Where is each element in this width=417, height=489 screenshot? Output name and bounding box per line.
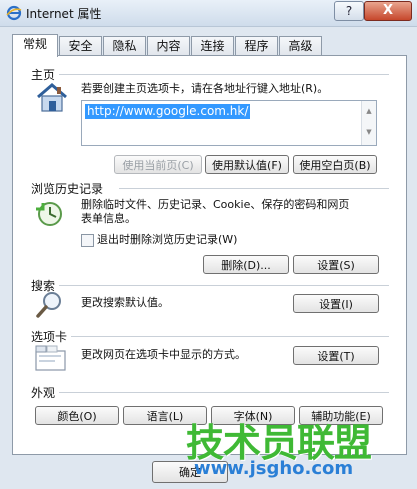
search-settings-button[interactable]: 设置(I): [293, 294, 379, 313]
home-divider: [59, 74, 389, 75]
search-icon: [36, 292, 61, 318]
search-divider: [59, 285, 389, 286]
tabs-group-label: 选项卡: [31, 330, 68, 344]
colors-button[interactable]: 颜色(O): [35, 406, 119, 425]
delete-on-exit-label[interactable]: 退出时删除浏览历史记录(W): [97, 233, 237, 247]
appearance-group-label: 外观: [31, 386, 56, 400]
use-blank-button[interactable]: 使用空白页(B): [293, 155, 377, 174]
tab-advanced[interactable]: 高级: [279, 36, 322, 56]
tabs-divider: [71, 336, 389, 337]
tab-privacy[interactable]: 隐私: [103, 36, 146, 56]
history-description-line2: 表单信息。: [81, 212, 136, 225]
title-bar: Internet 属性 ? X: [0, 0, 417, 27]
internet-explorer-icon: [6, 5, 22, 21]
search-description: 更改搜索默认值。: [81, 296, 169, 309]
general-tab-panel: 主页 若要创建主页选项卡，请在各地址行键入地址(R)。 http://www.g…: [12, 55, 407, 455]
tabs-settings-button[interactable]: 设置(T): [293, 346, 379, 365]
delete-history-button[interactable]: 删除(D)...: [203, 255, 289, 274]
window-title: Internet 属性: [26, 7, 102, 21]
history-icon: [36, 202, 62, 226]
watermark-url: www.jsgho.com: [194, 458, 354, 479]
scroll-down-icon[interactable]: ▼: [362, 122, 376, 143]
home-group-label: 主页: [31, 68, 56, 82]
use-current-button[interactable]: 使用当前页(C): [114, 155, 202, 174]
use-default-button[interactable]: 使用默认值(F): [205, 155, 289, 174]
delete-on-exit-checkbox[interactable]: [81, 234, 94, 247]
tabs-icon: [35, 345, 66, 371]
appearance-divider: [59, 392, 389, 393]
history-divider: [119, 188, 389, 189]
tab-general[interactable]: 常规: [12, 34, 58, 57]
tab-security[interactable]: 安全: [59, 36, 102, 56]
tab-programs[interactable]: 程序: [235, 36, 278, 56]
history-settings-button[interactable]: 设置(S): [293, 255, 379, 274]
home-page-url-field[interactable]: http://www.google.com.hk/ ▲ ▼: [81, 100, 377, 146]
site-watermark: 技术员联盟 www.jsgho.com: [186, 412, 417, 489]
history-description-line1: 删除临时文件、历史记录、Cookie、保存的密码和网页: [81, 198, 350, 211]
tab-content[interactable]: 内容: [147, 36, 190, 56]
url-field-scrollbar[interactable]: ▲ ▼: [361, 101, 376, 145]
tabs-description: 更改网页在选项卡中显示的方式。: [81, 348, 246, 361]
history-group-label: 浏览历史记录: [31, 182, 104, 196]
home-icon: [37, 83, 67, 112]
tab-connections[interactable]: 连接: [191, 36, 234, 56]
scroll-up-icon[interactable]: ▲: [362, 101, 376, 122]
home-description: 若要创建主页选项卡，请在各地址行键入地址(R)。: [81, 82, 329, 95]
help-button[interactable]: ?: [334, 1, 364, 21]
home-page-url-value: http://www.google.com.hk/: [85, 104, 251, 119]
close-button[interactable]: X: [364, 1, 412, 21]
